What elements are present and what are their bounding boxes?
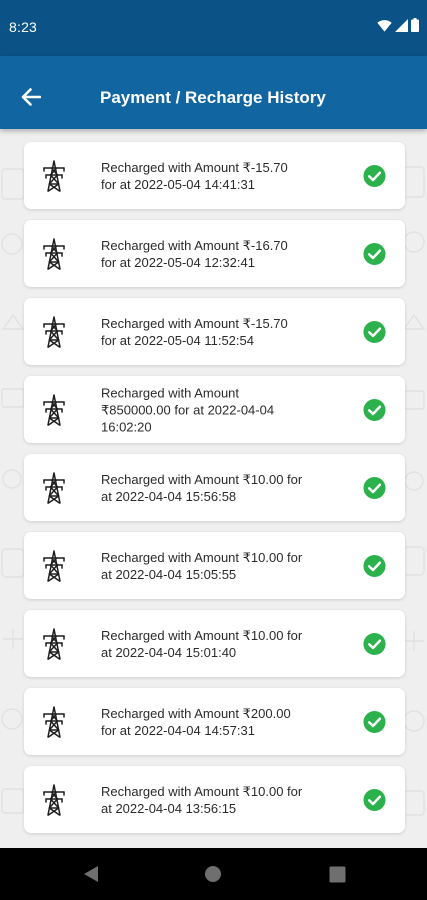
app-bar: Payment / Recharge History (0, 56, 427, 129)
status-time: 8:23 (9, 19, 38, 35)
page-title: Payment / Recharge History (100, 88, 326, 107)
history-item-line-2: for at 2022-05-04 12:32:41 (101, 254, 255, 270)
history-item-line-1: Recharged with Amount ₹10.00 for (101, 549, 303, 565)
power-tower-icon (43, 159, 65, 192)
history-item-text: Recharged with Amount ₹10.00 for at 2022-… (101, 549, 347, 583)
history-item-line-2: at 2022-04-04 13:56:15 (101, 800, 237, 816)
history-content[interactable]: Recharged with Amount ₹-15.70 for at 2022… (0, 129, 427, 848)
battery-icon (411, 18, 419, 32)
history-item[interactable]: Recharged with Amount ₹10.00 for at 2022-… (24, 532, 405, 599)
check-circle-icon (363, 710, 386, 733)
history-item-text: Recharged with Amount ₹-16.70 for at 2022… (101, 237, 347, 271)
history-item-text: Recharged with Amount ₹-15.70 for at 2022… (101, 159, 347, 193)
history-item[interactable]: Recharged with Amount ₹200.00 for at 2022… (24, 688, 405, 755)
nav-recents-button[interactable] (326, 863, 348, 885)
system-nav-bar (0, 848, 427, 900)
power-tower-icon (43, 627, 65, 660)
home-circle-icon (205, 866, 221, 882)
history-item-line-2: ₹850000.00 for at 2022-04-04 (101, 402, 275, 417)
history-item-line-1: Recharged with Amount ₹10.00 for (101, 627, 303, 643)
back-triangle-icon (84, 866, 98, 882)
history-item-line-2: for at 2022-04-04 14:57:31 (101, 722, 255, 738)
arrow-left-icon (21, 88, 41, 106)
history-item[interactable]: Recharged with Amount ₹10.00 for at 2022-… (24, 454, 405, 521)
power-tower-icon (43, 237, 65, 270)
check-circle-icon (363, 632, 386, 655)
power-tower-icon (43, 393, 65, 426)
history-item-line-1: Recharged with Amount ₹200.00 (101, 705, 291, 721)
history-item-line-1: Recharged with Amount ₹-15.70 (101, 159, 288, 175)
back-button[interactable] (14, 80, 48, 114)
status-bar: 8:23 (0, 0, 427, 56)
history-item-line-2: at 2022-04-04 15:56:58 (101, 488, 237, 504)
history-item-text: Recharged with Amount ₹10.00 for at 2022-… (101, 627, 347, 661)
check-circle-icon (363, 164, 386, 187)
history-item-line-2: for at 2022-05-04 11:52:54 (101, 332, 254, 348)
power-tower-icon (43, 783, 65, 816)
check-circle-icon (363, 242, 386, 265)
power-tower-icon (43, 315, 65, 348)
check-circle-icon (363, 554, 386, 577)
history-item-text: Recharged with Amount ₹850000.00 for at 2… (101, 384, 347, 435)
history-item[interactable]: Recharged with Amount ₹-15.70 for at 2022… (24, 298, 405, 365)
history-item-line-3: 16:02:20 (101, 419, 152, 434)
power-tower-icon (43, 705, 65, 738)
history-item-text: Recharged with Amount ₹10.00 for at 2022-… (101, 783, 347, 817)
history-item[interactable]: Recharged with Amount ₹850000.00 for at 2… (24, 376, 405, 443)
history-item[interactable]: Recharged with Amount ₹10.00 for at 2022-… (24, 766, 405, 833)
recents-square-icon (329, 866, 345, 882)
history-item-text: Recharged with Amount ₹-15.70 for at 2022… (101, 315, 347, 349)
history-item[interactable]: Recharged with Amount ₹10.00 for at 2022-… (24, 610, 405, 677)
history-item-line-2: at 2022-04-04 15:01:40 (101, 644, 237, 660)
check-circle-icon (363, 320, 386, 343)
history-item-line-2: at 2022-04-04 15:05:55 (101, 566, 237, 582)
history-item-line-1: Recharged with Amount ₹10.00 for (101, 783, 303, 799)
history-item-line-1: Recharged with Amount ₹10.00 for (101, 471, 303, 487)
power-tower-icon (43, 549, 65, 582)
signal-icon (395, 18, 408, 32)
status-icons (377, 18, 419, 32)
nav-back-button[interactable] (80, 863, 102, 885)
power-tower-icon (43, 471, 65, 504)
history-item-line-1: Recharged with Amount (101, 385, 240, 400)
check-circle-icon (363, 398, 386, 421)
history-item-line-1: Recharged with Amount ₹-16.70 (101, 237, 288, 253)
check-circle-icon (363, 788, 386, 811)
history-item-text: Recharged with Amount ₹10.00 for at 2022-… (101, 471, 347, 505)
history-item-line-2: for at 2022-05-04 14:41:31 (101, 176, 255, 192)
history-item[interactable]: Recharged with Amount ₹-15.70 for at 2022… (24, 142, 405, 209)
check-circle-icon (363, 476, 386, 499)
history-item[interactable]: Recharged with Amount ₹-16.70 for at 2022… (24, 220, 405, 287)
nav-home-button[interactable] (202, 863, 224, 885)
wifi-icon (377, 19, 392, 32)
history-item-line-1: Recharged with Amount ₹-15.70 (101, 315, 288, 331)
history-item-text: Recharged with Amount ₹200.00 for at 2022… (101, 705, 347, 739)
